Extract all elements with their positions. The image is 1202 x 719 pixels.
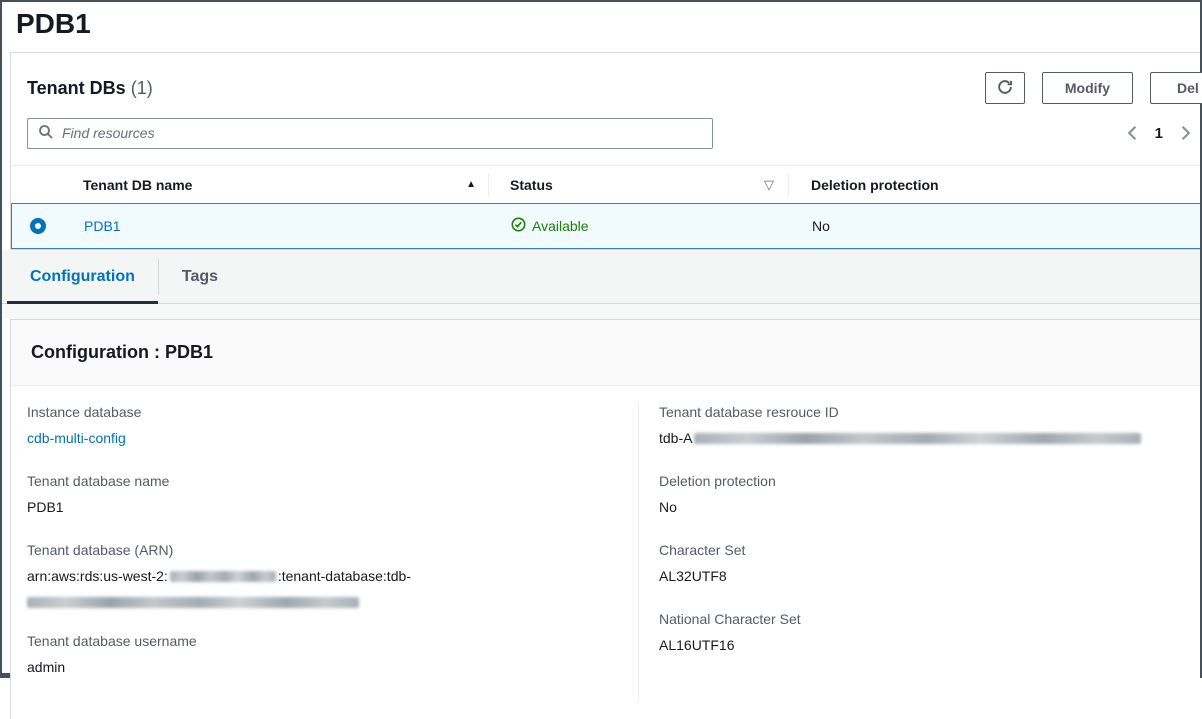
field-value: No (659, 497, 1200, 517)
field-label: Tenant database name (27, 471, 614, 491)
field-national-character-set: National Character Set AL16UTF16 (659, 609, 1200, 655)
status-cell: Available (511, 217, 589, 235)
field-tenant-database-username: Tenant database username admin (27, 631, 614, 677)
field-value: AL16UTF16 (659, 635, 1200, 655)
page-number[interactable]: 1 (1155, 125, 1163, 142)
refresh-button[interactable] (985, 72, 1025, 104)
redacted-resource-id (694, 433, 1141, 444)
field-label: Character Set (659, 540, 1200, 560)
field-label: Tenant database username (27, 631, 614, 651)
column-header-tenant-db-name[interactable]: Tenant DB name ▲ (63, 177, 488, 193)
pagination: 1 (1126, 125, 1200, 142)
delete-button[interactable]: Del (1150, 72, 1202, 104)
field-label: Tenant database (ARN) (27, 540, 614, 560)
search-input[interactable] (62, 125, 702, 141)
field-value: tdb-A (659, 428, 1200, 448)
field-value: AL32UTF8 (659, 566, 1200, 586)
field-value: arn:aws:rds:us-west-2: :tenant-database:t… (27, 566, 614, 608)
configuration-heading: Configuration : PDB1 (31, 342, 1180, 363)
column-header-status[interactable]: Status ▽ (489, 177, 788, 193)
panel-title: Tenant DBs (1) (27, 78, 153, 99)
tenant-dbs-panel: Tenant DBs (1) Modify Del (10, 52, 1200, 250)
arn-suffix: :tenant-database:tdb- (278, 568, 411, 584)
field-deletion-protection: Deletion protection No (659, 471, 1200, 517)
status-available-icon (511, 217, 526, 235)
field-tenant-database-arn: Tenant database (ARN) arn:aws:rds:us-wes… (27, 540, 614, 608)
next-page-button[interactable] (1180, 125, 1192, 141)
field-label: National Character Set (659, 609, 1200, 629)
search-icon (38, 124, 54, 143)
panel-count: (1) (131, 78, 153, 98)
status-text: Available (532, 218, 589, 234)
filter-icon[interactable]: ▽ (764, 177, 774, 193)
table-row[interactable]: PDB1 Available No (11, 203, 1200, 249)
page-title: PDB1 (2, 2, 1200, 52)
tab-configuration[interactable]: Configuration (7, 250, 158, 303)
prev-page-button[interactable] (1126, 125, 1138, 141)
row-radio-selected[interactable] (30, 218, 46, 234)
instance-database-link[interactable]: cdb-multi-config (27, 430, 126, 446)
spacer (2, 304, 1200, 319)
field-tenant-database-name: Tenant database name PDB1 (27, 471, 614, 517)
modify-button[interactable]: Modify (1042, 72, 1133, 104)
search-box[interactable] (27, 118, 713, 149)
field-value: PDB1 (27, 497, 614, 517)
column-label: Tenant DB name (83, 177, 192, 193)
column-header-deletion-protection[interactable]: Deletion protection (789, 177, 1200, 193)
configuration-right-column: Tenant database resrouce ID tdb-A Deleti… (638, 402, 1200, 700)
arn-prefix: arn:aws:rds:us-west-2: (27, 568, 168, 584)
configuration-panel: Configuration : PDB1 Instance database c… (10, 319, 1200, 719)
refresh-icon (996, 78, 1014, 99)
resource-id-prefix: tdb-A (659, 430, 692, 446)
table-header: Tenant DB name ▲ Status ▽ Deletion prote… (11, 165, 1200, 203)
column-label: Deletion protection (811, 177, 939, 193)
configuration-left-column: Instance database cdb-multi-config Tenan… (11, 402, 638, 700)
panel-title-text: Tenant DBs (27, 78, 126, 98)
redacted-account-id (170, 571, 276, 582)
field-tenant-database-resource-id: Tenant database resrouce ID tdb-A (659, 402, 1200, 448)
tenant-db-name-link[interactable]: PDB1 (84, 218, 121, 234)
field-character-set: Character Set AL32UTF8 (659, 540, 1200, 586)
tabs: Configuration Tags (2, 250, 1200, 304)
toolbar: Modify Del (985, 72, 1202, 104)
field-value: admin (27, 657, 614, 677)
field-label: Instance database (27, 402, 614, 422)
field-label: Deletion protection (659, 471, 1200, 491)
deletion-protection-cell: No (812, 218, 830, 234)
field-instance-database: Instance database cdb-multi-config (27, 402, 614, 448)
tab-tags[interactable]: Tags (159, 250, 241, 303)
redacted-arn-id (27, 597, 359, 608)
sort-ascending-icon[interactable]: ▲ (466, 179, 476, 190)
column-label: Status (510, 177, 553, 193)
field-label: Tenant database resrouce ID (659, 402, 1200, 422)
